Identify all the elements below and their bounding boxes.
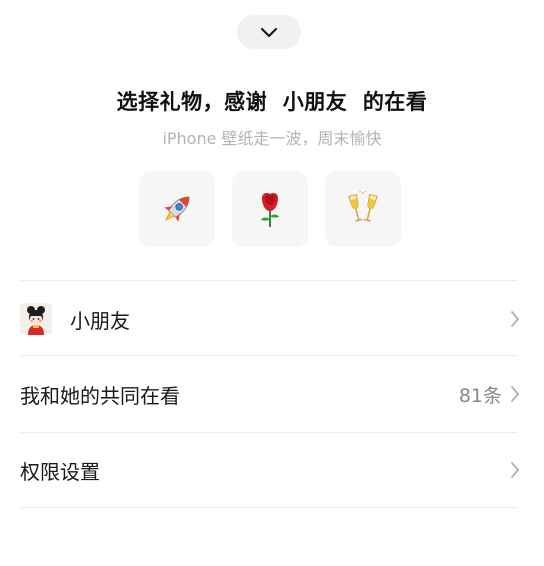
permissions-label: 权限设置 xyxy=(20,459,100,484)
chevron-right-icon xyxy=(511,311,519,327)
gift-champagne-button[interactable] xyxy=(325,171,401,247)
avatar-icon xyxy=(20,303,52,335)
gift-sheet: 选择礼物，感谢 小朋友 的在看 iPhone 壁纸走一波，周末愉快 小朋友 我和… xyxy=(0,0,544,566)
shared-watch-row[interactable]: 我和她的共同在看 81条 xyxy=(20,357,520,431)
rocket-icon xyxy=(164,196,190,222)
champagne-icon xyxy=(348,190,378,222)
rose-icon xyxy=(261,193,279,227)
gift-subtitle: iPhone 壁纸走一波，周末愉快 xyxy=(162,129,382,148)
friend-row[interactable]: 小朋友 xyxy=(20,282,520,356)
divider xyxy=(20,507,517,508)
chevron-right-icon xyxy=(511,386,519,402)
avatar xyxy=(20,303,52,335)
shared-watch-count: 81条 xyxy=(458,384,502,407)
collapse-button[interactable] xyxy=(237,15,301,49)
friend-name: 小朋友 xyxy=(70,308,130,333)
permissions-row[interactable]: 权限设置 xyxy=(20,433,520,507)
gift-rocket-button[interactable] xyxy=(139,171,215,247)
gift-rose-button[interactable] xyxy=(232,171,308,247)
divider xyxy=(20,355,517,356)
gift-title: 选择礼物，感谢 小朋友 的在看 xyxy=(116,90,428,114)
divider xyxy=(20,280,517,281)
gift-options xyxy=(139,171,401,247)
chevron-right-icon xyxy=(511,462,519,478)
shared-watch-label: 我和她的共同在看 xyxy=(20,383,180,408)
chevron-down-icon xyxy=(260,27,278,37)
